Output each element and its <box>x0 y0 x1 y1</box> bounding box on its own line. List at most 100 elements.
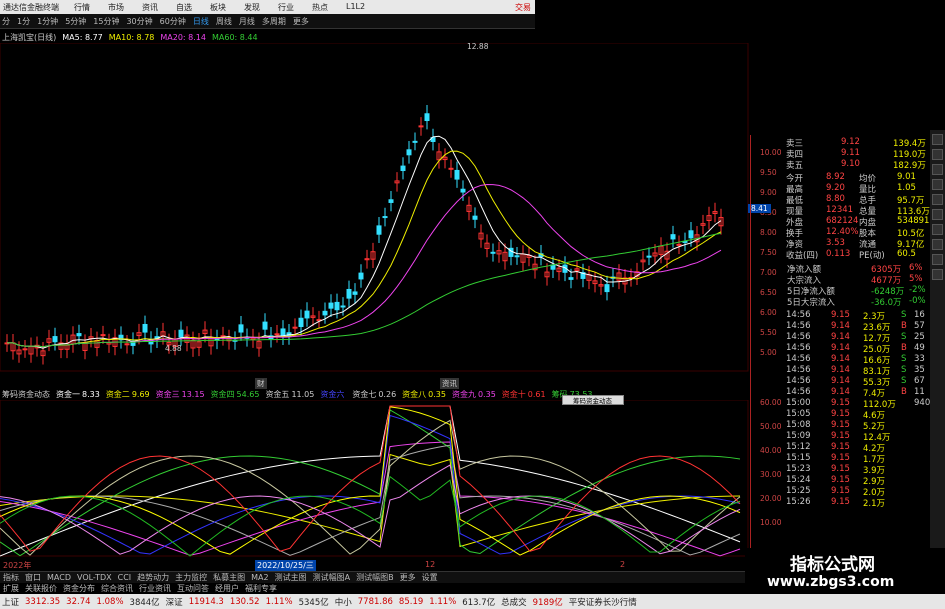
menu-item[interactable]: 自选 <box>176 2 192 13</box>
index-name[interactable]: 上证 <box>2 596 19 608</box>
index-value: 11914.3 <box>188 596 224 607</box>
tick-side: S <box>901 332 907 342</box>
indicator-tab[interactable]: VOL-TDX <box>77 573 112 582</box>
indicator-item-label: 资金九 <box>451 389 476 399</box>
index-name[interactable]: 深证 <box>166 596 183 608</box>
period-tab[interactable]: 1分钟 <box>37 16 58 27</box>
extension-tab[interactable]: 关联报价 <box>25 583 57 594</box>
side-tool-icon[interactable] <box>932 209 943 220</box>
extension-tab[interactable]: 扩展 <box>3 583 19 594</box>
candle <box>448 167 454 170</box>
indicator-tab[interactable]: 设置 <box>422 572 438 583</box>
indicator-tab[interactable]: MACD <box>47 573 71 582</box>
period-tab[interactable]: 5分钟 <box>65 16 86 27</box>
tick-side: B <box>901 343 907 353</box>
index-name[interactable]: 中小 <box>335 596 352 608</box>
candle <box>568 277 574 280</box>
side-tool-icon[interactable] <box>932 239 943 250</box>
side-tool-icon[interactable] <box>932 194 943 205</box>
side-toolbar <box>930 130 945 560</box>
menu-item[interactable]: 行业 <box>278 2 294 13</box>
index-value: 3312.35 <box>25 596 61 607</box>
side-tool-icon[interactable] <box>932 149 943 160</box>
extension-tab[interactable]: 经用户 <box>215 583 239 594</box>
extension-tab[interactable]: 福利专享 <box>245 583 277 594</box>
tick-count: 35 <box>914 365 925 375</box>
candlestick-chart[interactable] <box>0 43 750 373</box>
flow-value: -36.0万 <box>871 298 902 308</box>
tick-price: 9.15 <box>831 409 850 419</box>
menu-item[interactable]: 热点 <box>312 2 328 13</box>
tick-price: 9.14 <box>831 365 850 375</box>
candle <box>76 333 82 337</box>
indicator-item-label: 资金一 <box>56 389 80 399</box>
extension-tab[interactable]: 行业资讯 <box>139 583 171 594</box>
period-tab[interactable]: 30分钟 <box>126 16 152 27</box>
period-tab[interactable]: 月线 <box>239 16 255 27</box>
menu-item[interactable]: 发现 <box>244 2 260 13</box>
ma20-line <box>6 184 722 348</box>
menu-item[interactable]: 市场 <box>108 2 124 13</box>
menu-item[interactable]: L1L2 <box>346 2 365 13</box>
menu-item[interactable]: 行情 <box>74 2 90 13</box>
indicator-tab[interactable]: CCI <box>118 573 132 582</box>
tick-time: 15:25 <box>786 486 811 496</box>
indicator-tab[interactable]: 私募主图 <box>213 572 245 583</box>
side-tool-icon[interactable] <box>932 134 943 145</box>
extension-tab[interactable]: 资金分布 <box>63 583 95 594</box>
period-tab[interactable]: 周线 <box>216 16 232 27</box>
menu-item[interactable]: 板块 <box>210 2 226 13</box>
tick-price: 9.15 <box>831 497 850 507</box>
side-tool-icon[interactable] <box>932 269 943 280</box>
period-tab[interactable]: 日线 <box>193 16 209 27</box>
extension-tab[interactable]: 综合资讯 <box>101 583 133 594</box>
tick-time: 14:56 <box>786 332 811 342</box>
indicator-name: 筹码资金动态 <box>2 389 50 399</box>
trade-button[interactable]: 交易 <box>515 2 531 13</box>
low-price-label: 4.88 <box>165 344 182 353</box>
period-tab[interactable]: 1分 <box>17 16 30 27</box>
candle <box>100 334 106 337</box>
ma60-label: MA60: 8.44 <box>211 32 258 42</box>
indicator-tab[interactable]: 更多 <box>400 572 416 583</box>
indicator-header: 筹码资金动态 资金一 8.33 资金二 9.69 资金三 13.15 资金四 54.65 资金五 1… <box>0 388 599 400</box>
indicator-tab[interactable]: 主力监控 <box>175 572 207 583</box>
period-tab[interactable]: 多周期 <box>262 16 286 27</box>
indicator-popup[interactable]: 筹码资金动态 <box>562 395 624 405</box>
tick-count: 11 <box>914 387 925 397</box>
index-change: 32.74 <box>66 596 91 607</box>
candle <box>358 272 364 280</box>
side-tool-icon[interactable] <box>932 254 943 265</box>
indicator-tab[interactable]: 测试幅图B <box>356 572 394 583</box>
tick-count: 57 <box>914 321 925 331</box>
menu-item[interactable]: 资讯 <box>142 2 158 13</box>
tick-price: 9.15 <box>831 398 850 408</box>
period-tab[interactable]: 60分钟 <box>160 16 186 27</box>
indicator-item-value: 0.26 <box>378 389 397 399</box>
indicator-tab[interactable]: 指标 <box>3 572 19 583</box>
indicator-tab[interactable]: 测试主图 <box>275 572 307 583</box>
indicator-tab[interactable]: 趋势动力 <box>137 572 169 583</box>
candle <box>382 216 388 219</box>
indicator-chart[interactable] <box>0 400 750 558</box>
index-name[interactable]: 总成交 <box>501 596 527 608</box>
side-tool-icon[interactable] <box>932 224 943 235</box>
period-prefix[interactable]: 分 <box>2 16 10 27</box>
side-tool-icon[interactable] <box>932 179 943 190</box>
indicator-item-value: 54.65 <box>236 389 260 399</box>
tick-count: 49 <box>914 343 925 353</box>
chart-frame <box>0 43 749 372</box>
candle <box>238 324 244 333</box>
tick-time: 14:56 <box>786 310 811 320</box>
indicator-tab[interactable]: MA2 <box>251 573 268 582</box>
period-tab[interactable]: 15分钟 <box>93 16 119 27</box>
tick-time: 15:12 <box>786 442 811 452</box>
index-value: 9189亿 <box>532 597 563 608</box>
side-tool-icon[interactable] <box>932 164 943 175</box>
indicator-line <box>0 464 741 555</box>
period-tab[interactable]: 更多 <box>293 16 309 27</box>
indicator-tab[interactable]: 测试幅图A <box>313 572 350 583</box>
index-change: 85.19 <box>398 596 424 607</box>
indicator-tab[interactable]: 窗口 <box>25 572 41 583</box>
extension-tab[interactable]: 互动问答 <box>177 583 209 594</box>
